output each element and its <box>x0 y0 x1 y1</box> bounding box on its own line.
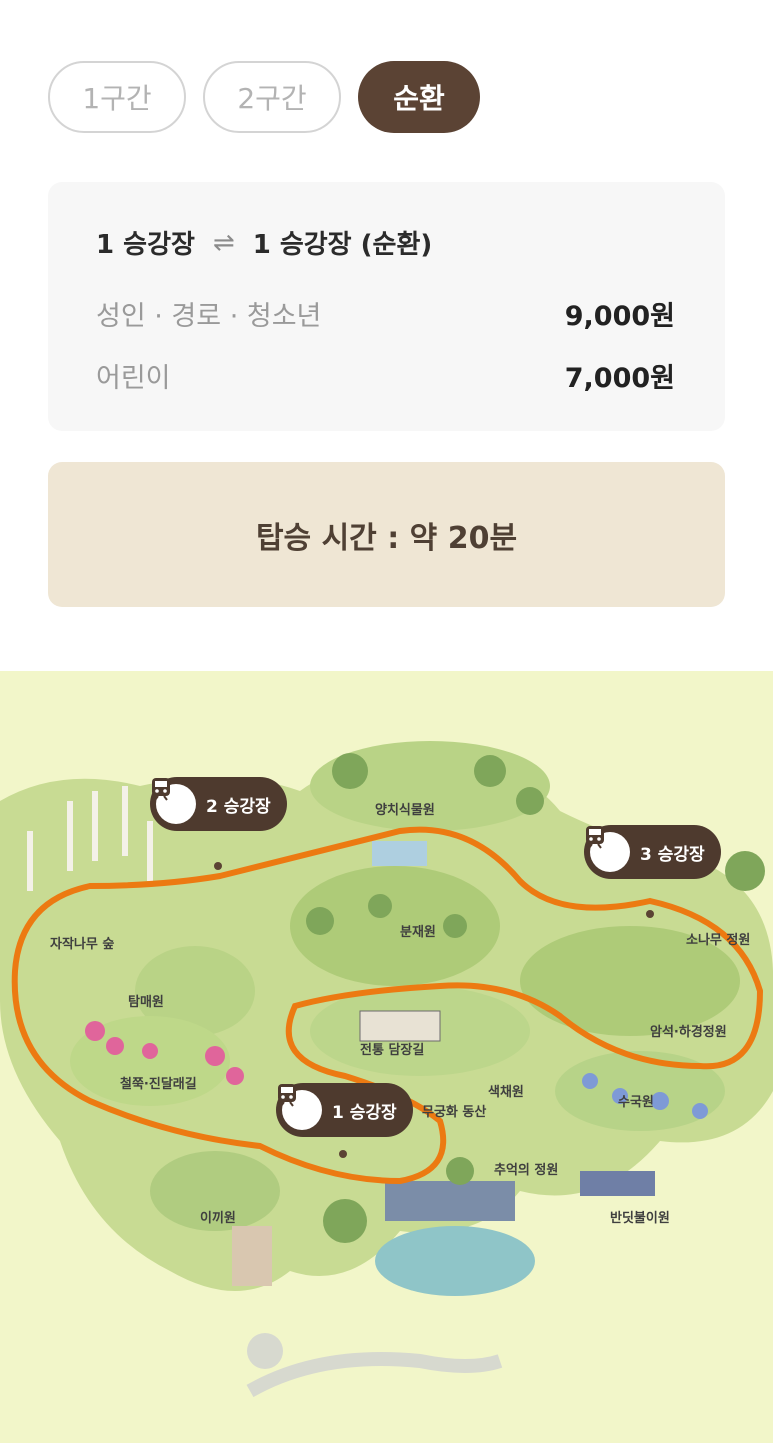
area-label: 무궁화 동산 <box>422 1105 487 1120</box>
ride-time-text: 탑승 시간 : 약 20분 <box>255 520 518 556</box>
area-label: 추억의 정원 <box>494 1163 559 1178</box>
area-label: 소나무 정원 <box>686 933 751 948</box>
fare-label: 성인 · 경로 · 청소년 <box>96 301 322 332</box>
route-title: 1 승강장 ⇌ 1 승강장 (순환) <box>96 224 432 261</box>
route-to: 1 승강장 (순환) <box>252 230 433 260</box>
ride-time-box: 탑승 시간 : 약 20분 <box>48 462 725 607</box>
train-icon <box>152 778 196 824</box>
building <box>232 1226 272 1286</box>
firefly-building <box>580 1171 655 1196</box>
train-icon <box>278 1084 322 1130</box>
fare-row-child: 어린이 7,000원 <box>96 356 675 395</box>
area-label: 이끼원 <box>200 1211 236 1226</box>
area-label: 색채원 <box>488 1085 524 1100</box>
area-label: 반딧불이원 <box>610 1211 670 1226</box>
area-label: 철쭉·진달래길 <box>120 1077 197 1092</box>
greenhouse <box>372 841 427 866</box>
station-3-badge[interactable]: 3 승강장 <box>584 825 721 879</box>
area-label: 전통 담장길 <box>360 1043 425 1058</box>
station-2-badge[interactable]: 2 승강장 <box>150 777 287 831</box>
area-label: 암석·하경정원 <box>650 1025 727 1040</box>
route-tabs: 1구간 2구간 순환 <box>48 61 480 133</box>
pond <box>375 1226 535 1296</box>
building <box>385 1181 515 1221</box>
route-from: 1 승강장 <box>96 230 195 260</box>
area-label: 자작나무 숲 <box>50 937 115 952</box>
area-label: 탐매원 <box>128 995 164 1010</box>
fare-price: 7,000원 <box>564 363 675 394</box>
area-label: 수국원 <box>618 1095 654 1110</box>
fare-row-adult: 성인 · 경로 · 청소년 9,000원 <box>96 294 675 333</box>
roundabout <box>247 1333 283 1369</box>
station-1-badge[interactable]: 1 승강장 <box>276 1083 413 1137</box>
fare-price: 9,000원 <box>564 301 675 332</box>
train-icon <box>586 826 630 872</box>
station-label: 1 승강장 <box>332 1102 397 1123</box>
tab-section-2[interactable]: 2구간 <box>203 61 341 133</box>
area-label: 양치식물원 <box>375 803 435 818</box>
fare-label: 어린이 <box>96 363 171 394</box>
traditional-wall <box>359 1010 441 1042</box>
tab-section-1[interactable]: 1구간 <box>48 61 186 133</box>
garden-route-map: 양치식물원 분재원 자작나무 숲 탐매원 철쭉·진달래길 이끼원 전통 담장길 … <box>0 671 773 1443</box>
walkway <box>246 1352 503 1398</box>
fare-card: 1 승강장 ⇌ 1 승강장 (순환) 성인 · 경로 · 청소년 9,000원 … <box>48 182 725 431</box>
exchange-arrows-icon: ⇌ <box>212 227 235 258</box>
station-label: 3 승강장 <box>640 844 705 865</box>
area-label: 분재원 <box>400 925 436 940</box>
tab-loop[interactable]: 순환 <box>358 61 480 133</box>
station-label: 2 승강장 <box>206 796 271 817</box>
